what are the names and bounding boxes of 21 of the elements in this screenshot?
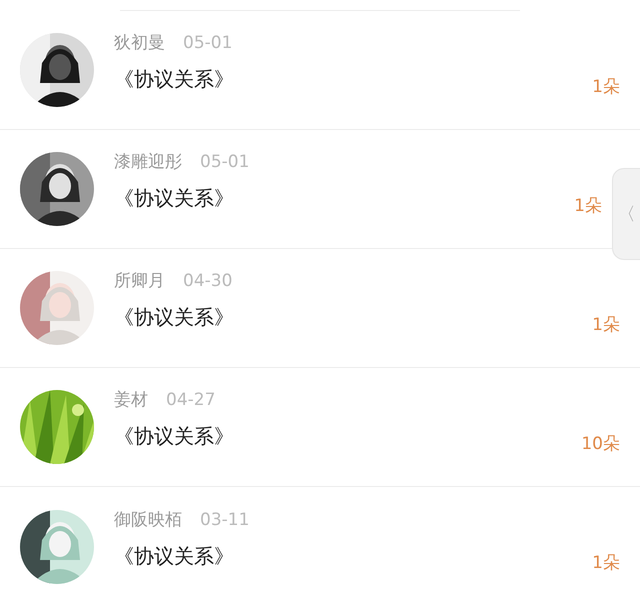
flower-count: 1朵: [574, 194, 602, 216]
flower-count: 10朵: [581, 432, 620, 454]
date: 04-27: [166, 390, 216, 410]
side-tab[interactable]: 〈: [612, 168, 640, 260]
user-name: 所卿月: [114, 270, 165, 292]
date: 03-11: [200, 510, 250, 530]
date: 04-30: [183, 271, 232, 291]
book-title: 《协议关系》: [114, 185, 235, 212]
book-title: 《协议关系》: [114, 542, 235, 570]
book-title: 《协议关系》: [114, 304, 235, 331]
user-name: 漆雕迎彤: [114, 151, 182, 173]
flower-count: 1朵: [592, 314, 620, 336]
date: 05-01: [183, 33, 232, 53]
user-name: 狄初曼: [114, 32, 165, 54]
flower-count: 1朵: [592, 552, 620, 574]
flower-count: 1朵: [592, 76, 620, 98]
date: 05-01: [200, 152, 250, 172]
user-name: 姜材: [114, 389, 148, 411]
book-title: 《协议关系》: [114, 423, 235, 450]
book-title: 《协议关系》: [114, 66, 235, 93]
user-name: 御阪映栢: [114, 508, 182, 530]
